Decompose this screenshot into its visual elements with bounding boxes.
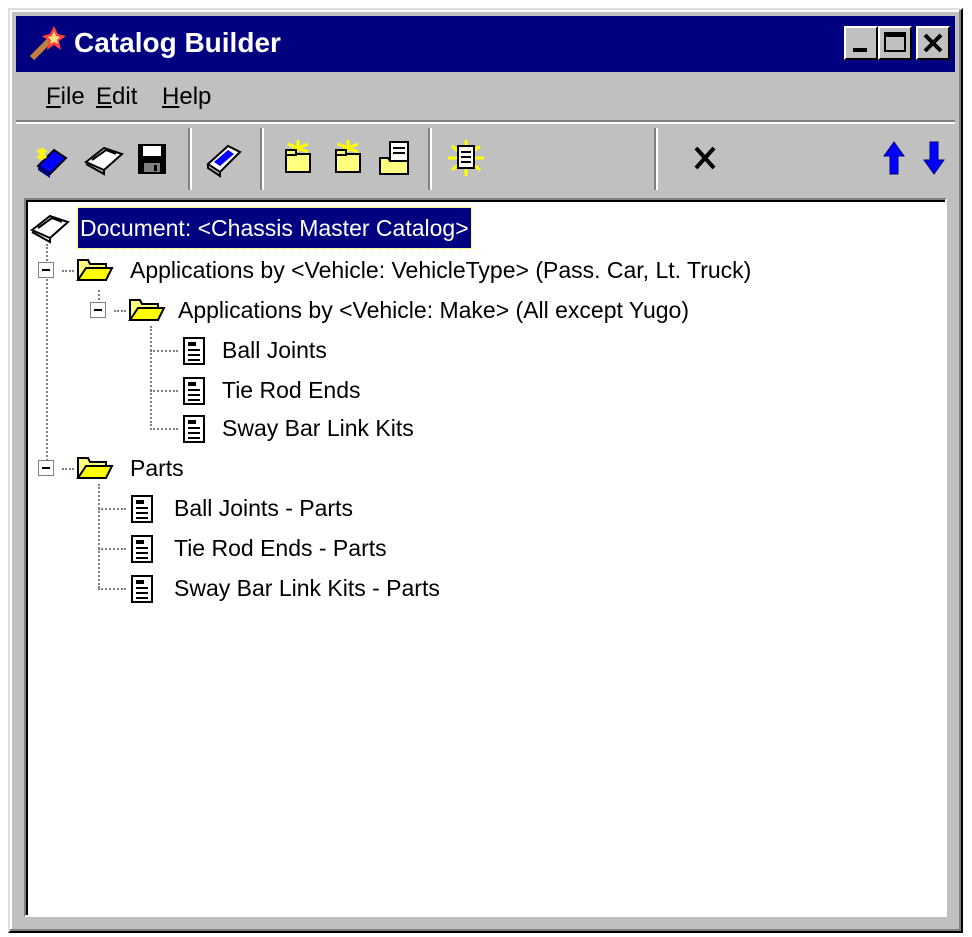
toolbar-separator [260, 128, 264, 190]
menu-bar: File Edit Help [16, 74, 955, 120]
new-document-icon [448, 140, 484, 176]
menu-edit-label: dit [112, 83, 138, 110]
floppy-disk-icon [138, 144, 166, 174]
minimize-icon [853, 48, 867, 52]
delete-button[interactable] [684, 136, 728, 180]
tree-leaf-sway-bar-link-kits[interactable]: Sway Bar Link Kits [26, 408, 626, 448]
tree-leaf-ball-joints[interactable]: Ball Joints [26, 330, 626, 370]
arrow-up-icon [883, 141, 905, 175]
new-subfolder-button[interactable] [326, 136, 370, 180]
menu-file-label: ile [60, 83, 85, 110]
menu-edit[interactable]: Edit [90, 74, 143, 120]
document-icon [130, 574, 156, 616]
delete-x-icon [694, 146, 716, 170]
edit-catalog-button[interactable] [202, 136, 246, 180]
tree-node-label: Sway Bar Link Kits - Parts [174, 575, 440, 601]
tree-node-label: Applications by <Vehicle: Make> (All exc… [178, 297, 689, 323]
tree-node-label: Sway Bar Link Kits [222, 415, 414, 441]
tree-node-vehicle-make[interactable]: Applications by <Vehicle: Make> (All exc… [26, 290, 926, 330]
tree-node-label: Parts [130, 455, 184, 481]
toolbar [16, 124, 955, 194]
tree-node-label: Tie Rod Ends - Parts [174, 535, 387, 561]
new-folder-icon [285, 140, 311, 173]
collapse-toggle[interactable] [90, 302, 106, 318]
toolbar-separator [428, 128, 432, 190]
edit-book-icon [206, 144, 242, 178]
tree-node-label: Ball Joints - Parts [174, 495, 353, 521]
new-document-button[interactable] [444, 136, 488, 180]
arrow-down-icon [923, 141, 945, 175]
tree-node-label: Tie Rod Ends [222, 377, 361, 403]
menu-help-label: elp [179, 83, 212, 110]
collapse-toggle[interactable] [38, 460, 54, 476]
tree-node-label: Applications by <Vehicle: VehicleType> (… [130, 257, 752, 283]
tree-leaf-ball-joints-parts[interactable]: Ball Joints - Parts [26, 488, 626, 528]
window-title: Catalog Builder [74, 27, 281, 58]
open-catalog-button[interactable] [82, 136, 126, 180]
move-down-button[interactable] [912, 136, 956, 180]
maximize-button[interactable] [878, 26, 912, 60]
toolbar-separator [188, 128, 192, 190]
menu-help[interactable]: Help [156, 74, 217, 120]
tree-leaf-tie-rod-ends-parts[interactable]: Tie Rod Ends - Parts [26, 528, 626, 568]
new-folder-button[interactable] [276, 136, 320, 180]
tree-leaf-tie-rod-ends[interactable]: Tie Rod Ends [26, 370, 626, 410]
tree-node-root[interactable]: Document: <Chassis Master Catalog> [26, 207, 926, 249]
toolbar-separator [654, 128, 658, 190]
folder-document-icon [379, 141, 409, 175]
tree-node-parts[interactable]: Parts [26, 448, 626, 488]
close-icon [923, 33, 943, 53]
tree-node-label: Document: <Chassis Master Catalog> [77, 207, 472, 249]
menu-file[interactable]: File [40, 74, 91, 120]
tree-leaf-sway-bar-link-kits-parts[interactable]: Sway Bar Link Kits - Parts [26, 568, 626, 608]
tree-node-label: Ball Joints [222, 337, 327, 363]
folder-properties-button[interactable] [374, 136, 418, 180]
new-catalog-icon [36, 148, 68, 178]
open-book-icon [84, 146, 124, 176]
new-catalog-button[interactable] [32, 136, 76, 180]
menu-help-mnemonic: H [162, 83, 180, 110]
menu-edit-mnemonic: E [96, 83, 113, 110]
close-button[interactable] [916, 26, 950, 60]
new-folder-icon [335, 140, 361, 173]
catalog-builder-window: Catalog Builder File Edit Help Document:… [8, 8, 963, 933]
title-bar[interactable]: Catalog Builder [16, 16, 955, 72]
move-up-button[interactable] [872, 136, 916, 180]
app-wand-icon [28, 24, 66, 62]
menu-file-mnemonic: F [46, 83, 61, 110]
collapse-toggle[interactable] [38, 262, 54, 278]
maximize-icon [884, 32, 906, 52]
tree-node-vehicle-type[interactable]: Applications by <Vehicle: VehicleType> (… [26, 250, 945, 290]
catalog-tree[interactable]: Document: <Chassis Master Catalog> Appli… [24, 198, 947, 917]
minimize-button[interactable] [844, 26, 878, 60]
save-button[interactable] [130, 136, 174, 180]
